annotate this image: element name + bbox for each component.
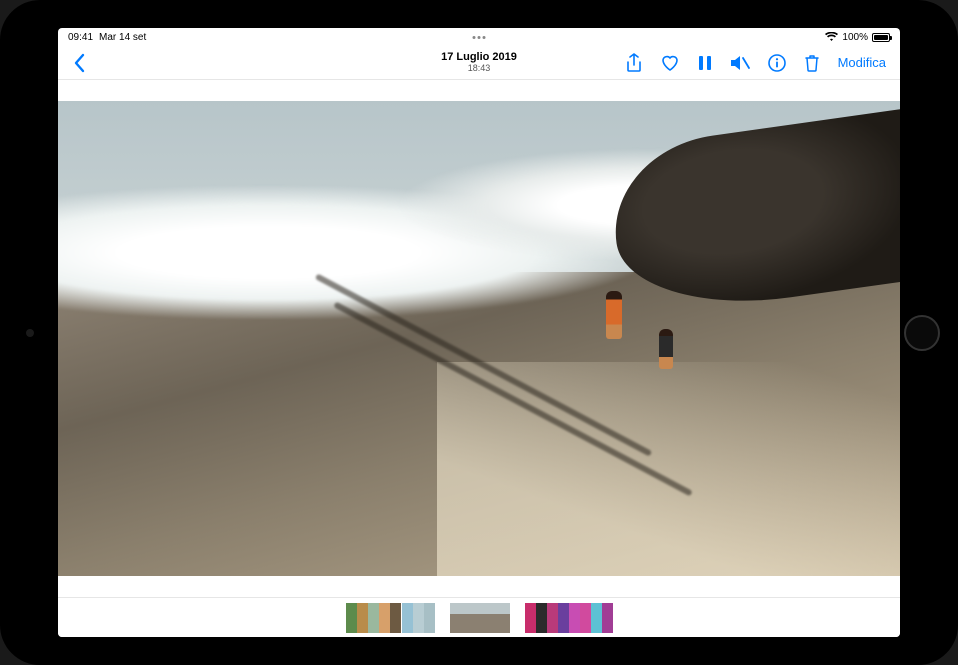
speaker-muted-icon bbox=[730, 55, 750, 71]
thumbnail[interactable] bbox=[580, 603, 591, 633]
battery-percent: 100% bbox=[842, 32, 868, 43]
photo-title: 17 Luglio 2019 18:43 bbox=[441, 52, 517, 73]
toolbar: 17 Luglio 2019 18:43 bbox=[58, 46, 900, 80]
status-time: 09:41 bbox=[68, 32, 93, 43]
pause-button[interactable] bbox=[698, 55, 712, 71]
favorite-button[interactable] bbox=[660, 54, 680, 72]
status-bar: 09:41 Mar 14 set 100% bbox=[58, 28, 900, 46]
thumbnail[interactable] bbox=[558, 603, 569, 633]
ipad-device-frame: 09:41 Mar 14 set 100% 17 Luglio 2019 18:… bbox=[0, 0, 958, 665]
photo-time: 18:43 bbox=[441, 64, 517, 73]
thumbnail-current[interactable] bbox=[450, 603, 510, 633]
thumbnail[interactable] bbox=[402, 603, 413, 633]
info-icon bbox=[768, 54, 786, 72]
photo-date: 17 Luglio 2019 bbox=[441, 52, 517, 64]
info-button[interactable] bbox=[768, 54, 786, 72]
photo-content bbox=[58, 101, 900, 577]
thumbnail[interactable] bbox=[379, 603, 390, 633]
thumbnail[interactable] bbox=[591, 603, 602, 633]
thumbnail[interactable] bbox=[602, 603, 613, 633]
share-button[interactable] bbox=[626, 53, 642, 73]
back-button[interactable] bbox=[72, 53, 86, 73]
heart-icon bbox=[660, 54, 680, 72]
delete-button[interactable] bbox=[804, 54, 820, 72]
thumbnail-scrubber[interactable] bbox=[58, 597, 900, 637]
thumbnail[interactable] bbox=[413, 603, 424, 633]
thumbnail[interactable] bbox=[357, 603, 368, 633]
photo-viewer[interactable] bbox=[58, 80, 900, 597]
mute-button[interactable] bbox=[730, 55, 750, 71]
thumbnail[interactable] bbox=[346, 603, 357, 633]
thumbnail[interactable] bbox=[547, 603, 558, 633]
edit-button[interactable]: Modifica bbox=[838, 55, 886, 70]
wifi-icon bbox=[825, 32, 838, 42]
battery-icon bbox=[872, 33, 890, 42]
pause-icon bbox=[698, 55, 712, 71]
thumbnail[interactable] bbox=[424, 603, 435, 633]
home-button[interactable] bbox=[904, 315, 940, 351]
thumbnail[interactable] bbox=[569, 603, 580, 633]
screen: 09:41 Mar 14 set 100% 17 Luglio 2019 18:… bbox=[58, 28, 900, 637]
front-camera bbox=[26, 329, 34, 337]
thumbnail[interactable] bbox=[536, 603, 547, 633]
share-icon bbox=[626, 53, 642, 73]
trash-icon bbox=[804, 54, 820, 72]
multitask-handle[interactable] bbox=[473, 36, 486, 39]
thumbnail[interactable] bbox=[390, 603, 401, 633]
status-date: Mar 14 set bbox=[99, 32, 146, 43]
thumbnail[interactable] bbox=[368, 603, 379, 633]
thumbnail[interactable] bbox=[525, 603, 536, 633]
